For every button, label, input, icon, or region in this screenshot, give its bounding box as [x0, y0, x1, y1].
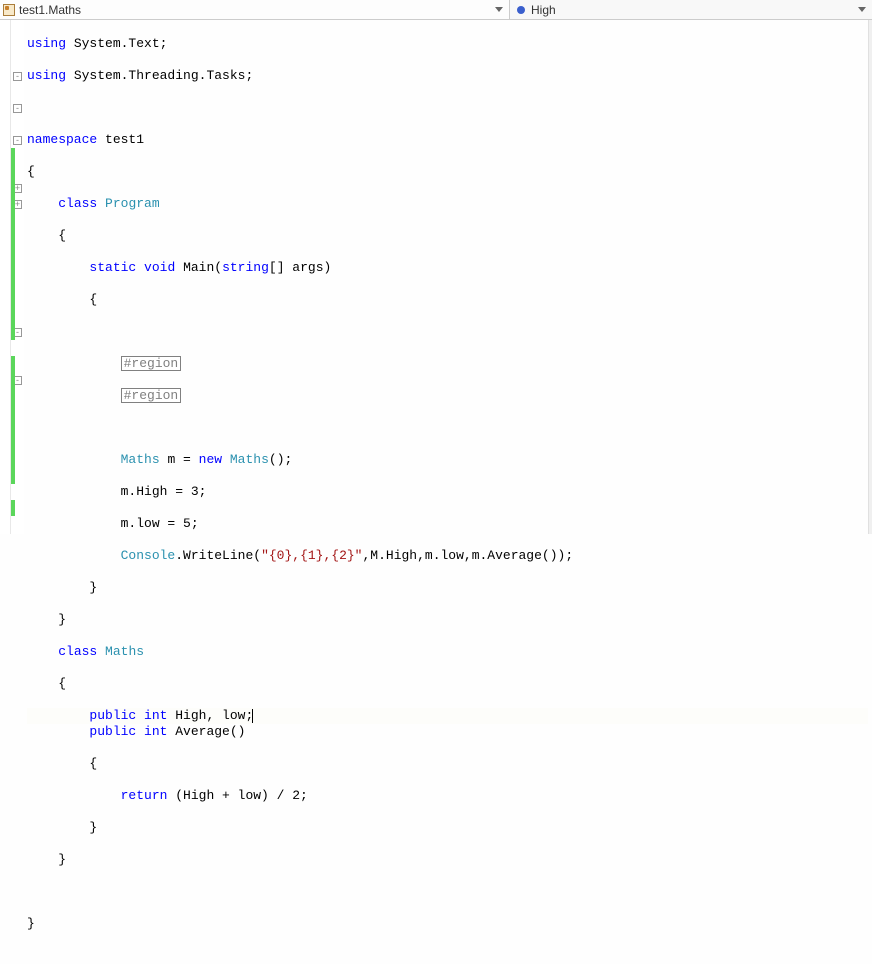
- type-name: test1.Maths: [19, 3, 81, 17]
- selection-margin[interactable]: [0, 20, 11, 534]
- current-line: public int High, low;: [27, 708, 868, 724]
- change-indicator: [11, 148, 15, 340]
- region-toggle[interactable]: -: [13, 104, 22, 113]
- class-icon: [2, 3, 16, 17]
- navigation-bar: test1.Maths High: [0, 0, 872, 20]
- code-editor[interactable]: - - - + + - - using System.Text; using S…: [0, 20, 872, 534]
- change-indicator: [11, 500, 15, 516]
- region-toggle[interactable]: -: [13, 72, 22, 81]
- change-indicator: [11, 356, 15, 484]
- type-crumb[interactable]: test1.Maths: [0, 0, 510, 19]
- member-name: High: [531, 3, 556, 17]
- region-toggle[interactable]: -: [13, 136, 22, 145]
- chevron-down-icon[interactable]: [495, 7, 503, 12]
- collapsed-region[interactable]: #region: [121, 388, 182, 403]
- field-icon: [514, 3, 528, 17]
- member-crumb[interactable]: High: [510, 3, 872, 17]
- code-area[interactable]: using System.Text; using System.Threadin…: [24, 20, 868, 534]
- collapsed-region[interactable]: #region: [121, 356, 182, 371]
- scrollbar-rail[interactable]: [868, 20, 872, 534]
- chevron-down-icon[interactable]: [858, 7, 866, 12]
- text-caret: [252, 709, 253, 723]
